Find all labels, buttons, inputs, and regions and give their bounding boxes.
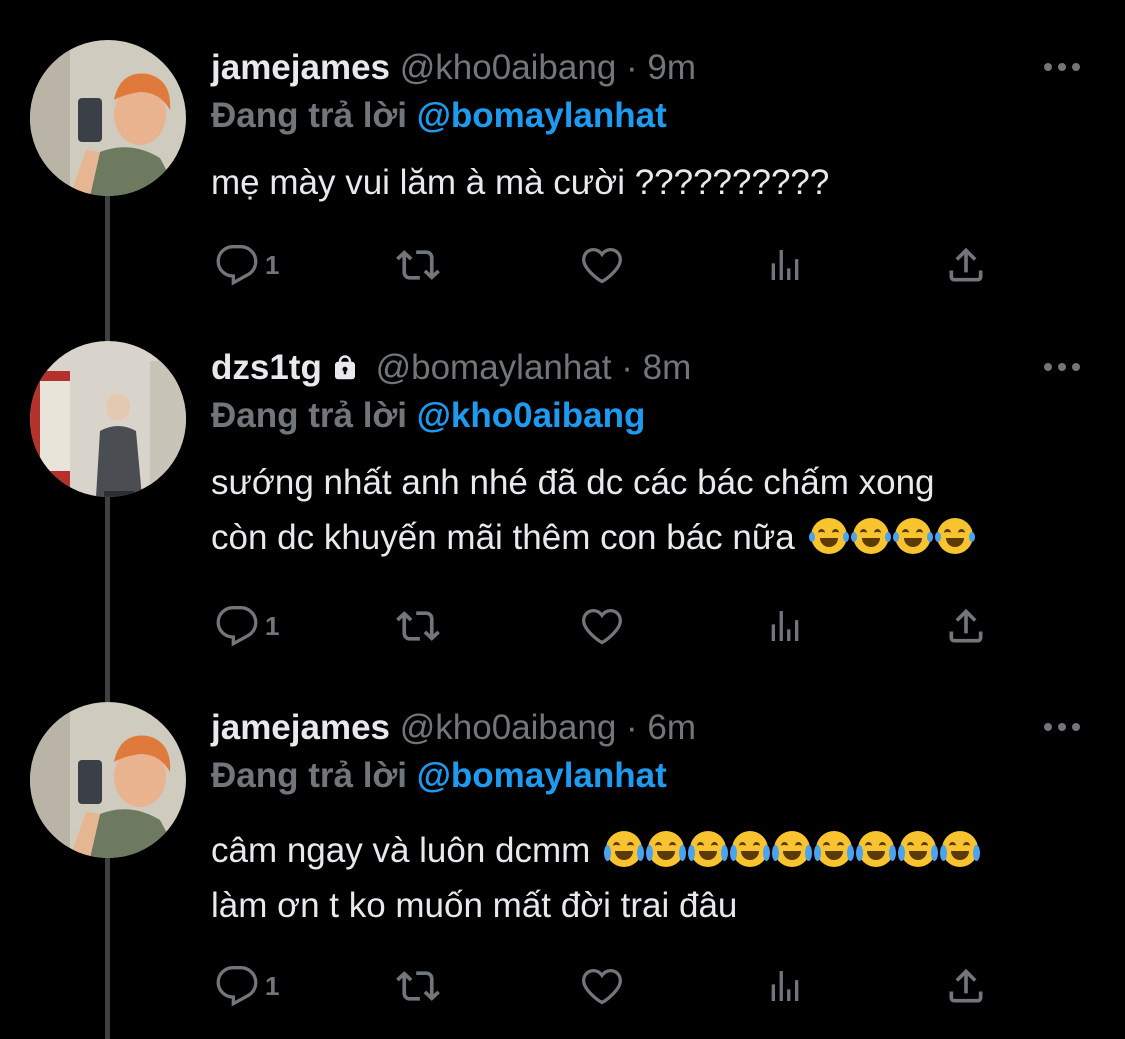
tweet-text: mẹ mày vui lăm à mà cười ?????????? (211, 155, 829, 210)
joy-emoji-icon (850, 518, 891, 554)
reply-count: 1 (265, 610, 280, 641)
reply-button[interactable]: 1 (215, 601, 279, 651)
heart-icon (582, 247, 622, 284)
emoji-row (795, 518, 975, 557)
tweet-text-line-text: còn dc khuyến mãi thêm con bác nữa (211, 518, 795, 557)
user-handle[interactable]: @bomaylanhat (376, 348, 612, 387)
tweet-text-line: sướng nhất anh nhé đã dc các bác chấm xo… (211, 463, 935, 502)
sob-emoji-icon (940, 831, 981, 867)
joy-emoji-icon (892, 518, 933, 554)
share-icon (949, 608, 983, 643)
share-icon (949, 247, 983, 282)
joy-emoji-icon (934, 518, 975, 554)
display-name[interactable]: jamejames (211, 48, 390, 87)
retweet-button[interactable] (393, 601, 443, 651)
display-name[interactable]: dzs1tg (211, 348, 322, 387)
avatar[interactable] (30, 341, 186, 497)
reply-icon (216, 966, 258, 1007)
user-handle[interactable]: @kho0aibang (400, 708, 617, 747)
share-icon (949, 968, 983, 1003)
separator-dot: · (621, 348, 633, 387)
tweet-text-line: làm ơn t ko muốn mất đời trai đâu (211, 886, 738, 925)
sob-emoji-icon (604, 831, 645, 867)
timestamp[interactable]: 9m (647, 48, 696, 87)
more-horizontal-icon[interactable] (1043, 60, 1081, 79)
reply-icon (216, 606, 258, 647)
mention-link[interactable]: @bomaylanhat (417, 756, 667, 795)
sob-emoji-icon (856, 831, 897, 867)
sob-emoji-icon (730, 831, 771, 867)
retweet-button[interactable] (393, 240, 443, 290)
like-button[interactable] (579, 961, 625, 1011)
views-chart-icon (771, 971, 799, 1001)
sob-emoji-icon (772, 831, 813, 867)
mention-link[interactable]: @kho0aibang (417, 396, 646, 435)
tweet-actions: 1 (211, 601, 1011, 651)
tweet[interactable]: jamejames @kho0aibang · 9m Đang trả lời … (0, 40, 1125, 340)
replying-to: Đang trả lời @kho0aibang (211, 396, 645, 436)
tweet-text-line: câm ngay và luôn dcmm (211, 823, 981, 878)
tweet-text: sướng nhất anh nhé đã dc các bác chấm xo… (211, 455, 975, 565)
views-button[interactable] (765, 961, 805, 1011)
tweet-actions: 1 (211, 961, 1011, 1011)
reply-count: 1 (265, 249, 280, 280)
lock-icon (330, 352, 360, 392)
emoji-row (590, 831, 981, 870)
like-button[interactable] (579, 240, 625, 290)
more-horizontal-icon[interactable] (1043, 360, 1081, 379)
views-button[interactable] (765, 240, 805, 290)
tweet-actions: 1 (211, 240, 1011, 290)
like-button[interactable] (579, 601, 625, 651)
heart-icon (582, 608, 622, 645)
tweet-text-line: còn dc khuyến mãi thêm con bác nữa (211, 510, 975, 565)
tweet-text-line-text: câm ngay và luôn dcmm (211, 831, 591, 870)
replying-prefix: Đang trả lời (211, 96, 408, 135)
sob-emoji-icon (814, 831, 855, 867)
retweet-icon (396, 971, 440, 1001)
reply-button[interactable]: 1 (215, 240, 279, 290)
views-chart-icon (771, 250, 799, 280)
mention-link[interactable]: @bomaylanhat (417, 96, 667, 135)
separator-dot: · (626, 48, 638, 87)
tweet[interactable]: jamejames @kho0aibang · 6m Đang trả lời … (0, 700, 1125, 1039)
separator-dot: · (626, 708, 638, 747)
reply-count: 1 (265, 970, 280, 1001)
tweet[interactable]: dzs1tg @bomaylanhat · 8m Đang trả lời @k… (0, 340, 1125, 700)
tweet-text: câm ngay và luôn dcmm làm ơn t ko muốn m… (211, 823, 981, 933)
views-button[interactable] (765, 601, 805, 651)
share-button[interactable] (943, 240, 989, 290)
joy-emoji-icon (808, 518, 849, 554)
retweet-icon (396, 250, 440, 280)
timestamp[interactable]: 8m (643, 348, 692, 387)
replying-prefix: Đang trả lời (211, 756, 408, 795)
replying-to: Đang trả lời @bomaylanhat (211, 756, 667, 796)
share-button[interactable] (943, 601, 989, 651)
avatar[interactable] (30, 702, 186, 858)
display-name[interactable]: jamejames (211, 708, 390, 747)
sob-emoji-icon (898, 831, 939, 867)
reply-icon (216, 245, 258, 286)
retweet-button[interactable] (393, 961, 443, 1011)
tweet-text-line: mẹ mày vui lăm à mà cười ?????????? (211, 163, 830, 202)
replying-to: Đang trả lời @bomaylanhat (211, 96, 667, 136)
more-horizontal-icon[interactable] (1043, 720, 1081, 739)
reply-button[interactable]: 1 (215, 961, 279, 1011)
replying-prefix: Đang trả lời (211, 396, 408, 435)
retweet-icon (396, 611, 440, 641)
sob-emoji-icon (646, 831, 687, 867)
heart-icon (582, 968, 622, 1005)
sob-emoji-icon (688, 831, 729, 867)
share-button[interactable] (943, 961, 989, 1011)
views-chart-icon (771, 611, 799, 641)
timestamp[interactable]: 6m (647, 708, 696, 747)
user-handle[interactable]: @kho0aibang (400, 48, 617, 87)
avatar[interactable] (30, 40, 186, 196)
